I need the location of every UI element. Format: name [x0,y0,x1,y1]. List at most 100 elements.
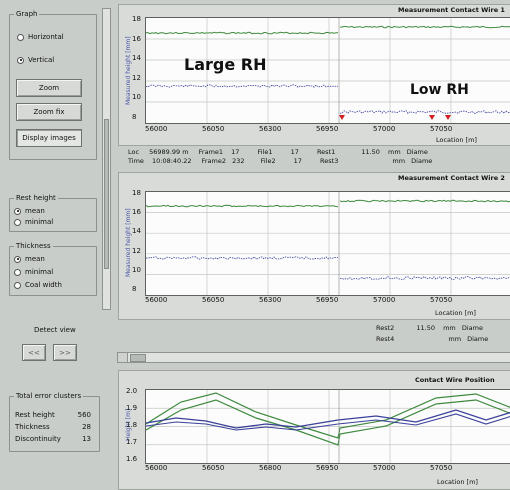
plot2-ytick-1: 16 [132,208,141,217]
loc-label: Loc [128,148,140,156]
rest-height-total-row: Rest height 560 [15,411,95,419]
green-trace-lower [146,399,510,446]
radio-icon [14,268,21,276]
plot1-ytick-5: 8 [132,113,137,121]
radio-icon [14,218,21,226]
frame2-label: Frame2 [201,157,226,165]
plot3-title: Contact Wire Position [415,376,495,384]
discontinuity-total-row: Discontinuity 13 [15,435,95,443]
plot1-ytick-2: 14 [132,54,141,63]
rest2-value: 11.50 [416,324,435,332]
blue-trace-after [339,275,510,280]
scrollbar-thumb[interactable] [130,354,146,362]
detect-next-button[interactable]: >> [53,344,77,361]
plot3-xtick-2: 56800 [259,464,282,472]
plot2-area[interactable] [145,191,510,296]
graph-group-title: Graph [14,10,40,18]
rest-height-mean-radio[interactable]: mean [14,207,45,215]
coal-width-radio[interactable]: Coal width [14,281,62,289]
blue-trace-before [146,256,339,260]
blue-trace-before [146,84,339,88]
rest1-value: 11.50 [361,148,380,156]
zoom-button[interactable]: Zoom [16,79,82,97]
plot1-xtick-5: 57050 [430,125,453,133]
plot2-info-row1: Rest2 11.50 mm Diame [376,324,483,332]
thickness-mean-radio[interactable]: mean [14,255,45,263]
plot3-ytick-4: 1.6 [126,455,138,463]
plot3-xtick-5: 57050 [430,464,453,472]
mean-label: mean [25,255,45,263]
row-label: Discontinuity [15,435,61,443]
thickness-minimal-radio[interactable]: minimal [14,268,53,276]
plot1-ytick-0: 18 [132,15,141,23]
time-label: Time [128,157,144,165]
loc-unit: m [182,148,189,156]
total-error-clusters-group: Total error clusters Rest height 560 Thi… [9,392,100,452]
plot1-title: Measurement Contact Wire 1 [398,6,505,14]
plot2-ytick-5: 8 [132,285,137,293]
plot1-ytick-3: 12 [132,73,141,82]
green-trace-upper [146,392,510,439]
radio-icon [17,33,24,41]
plot2-xtick-3: 56950 [316,296,339,304]
plot2-svg [146,192,510,295]
plot2-ytick-3: 12 [132,246,141,255]
horizontal-scrollbar[interactable] [117,352,510,363]
plot2-xtick-2: 56300 [259,296,282,304]
zoom-fix-button[interactable]: Zoom fix [16,103,82,121]
graph-group: Graph Horizontal Vertical Zoom Zoom fix … [9,10,97,160]
plot3-panel: Contact Wire Position Height [m] Locatio… [118,370,510,490]
radio-icon [14,281,21,289]
plot3-ytick-1: 1.9 [126,404,138,412]
green-trace-before [146,31,338,35]
plot1-ytick-4: 10 [132,93,141,102]
plot1-xtick-2: 56300 [259,125,282,133]
vertical-radio[interactable]: Vertical [17,56,54,64]
plot3-area[interactable] [145,389,510,464]
low-rh-annotation: Low RH [410,82,469,98]
row-value: 28 [82,423,91,431]
horizontal-label: Horizontal [28,33,64,41]
plot2-info-row2: Rest4 mm Diame [376,335,488,343]
file1-value: 17 [290,148,299,156]
minimal-label: minimal [25,218,54,226]
plot2-title: Measurement Contact Wire 2 [398,174,505,182]
diameter-label: Diame [411,157,433,165]
vertical-scrollbar[interactable] [102,8,111,310]
detect-prev-button[interactable]: << [22,344,46,361]
plot3-ytick-0: 2.0 [126,387,138,395]
plot2-ytick-4: 10 [132,265,141,274]
plot2-ytick-0: 18 [132,189,141,197]
plot2-xlabel: Location [m] [435,309,476,317]
scrollbar-thumb[interactable] [104,119,109,269]
plot2-ylabel: Measured height [mm] [125,208,132,277]
plot2-xtick-4: 57000 [373,296,396,304]
total-error-clusters-title: Total error clusters [14,392,84,400]
plot1-ylabel: Measured height [mm] [125,36,132,105]
plot3-xlabel: Location [m] [437,478,478,486]
large-rh-annotation: Large RH [184,55,267,74]
plot2-xtick-1: 56050 [202,296,225,304]
frame1-label: Frame1 [198,148,224,156]
thickness-total-row: Thickness 28 [15,423,95,431]
error-marker-2 [445,115,451,120]
rest2-label: Rest2 [376,324,395,332]
plot2-ytick-2: 14 [132,227,141,236]
radio-icon [17,56,24,64]
plot2-xtick-5: 57050 [430,296,453,304]
minimal-label: minimal [25,268,54,276]
plot1-info-row2: Time 10:08:40.22 Frame2 232 File2 17 Res… [128,157,432,165]
rest-height-group: Rest height mean minimal [9,194,97,232]
row-value: 13 [82,435,91,443]
scrollbar-left-arrow[interactable] [118,353,128,362]
plot1-xtick-3: 56950 [316,125,339,133]
plot3-svg [146,390,510,463]
plot1-ytick-1: 16 [132,34,141,43]
green-trace-after [339,199,510,203]
rest4-label: Rest4 [376,335,395,343]
horizontal-radio[interactable]: Horizontal [17,33,64,41]
display-images-button[interactable]: Display images [16,129,82,147]
rest-height-minimal-radio[interactable]: minimal [14,218,53,226]
diameter-label: Diame [406,148,428,156]
rest3-label: Rest3 [320,157,339,165]
